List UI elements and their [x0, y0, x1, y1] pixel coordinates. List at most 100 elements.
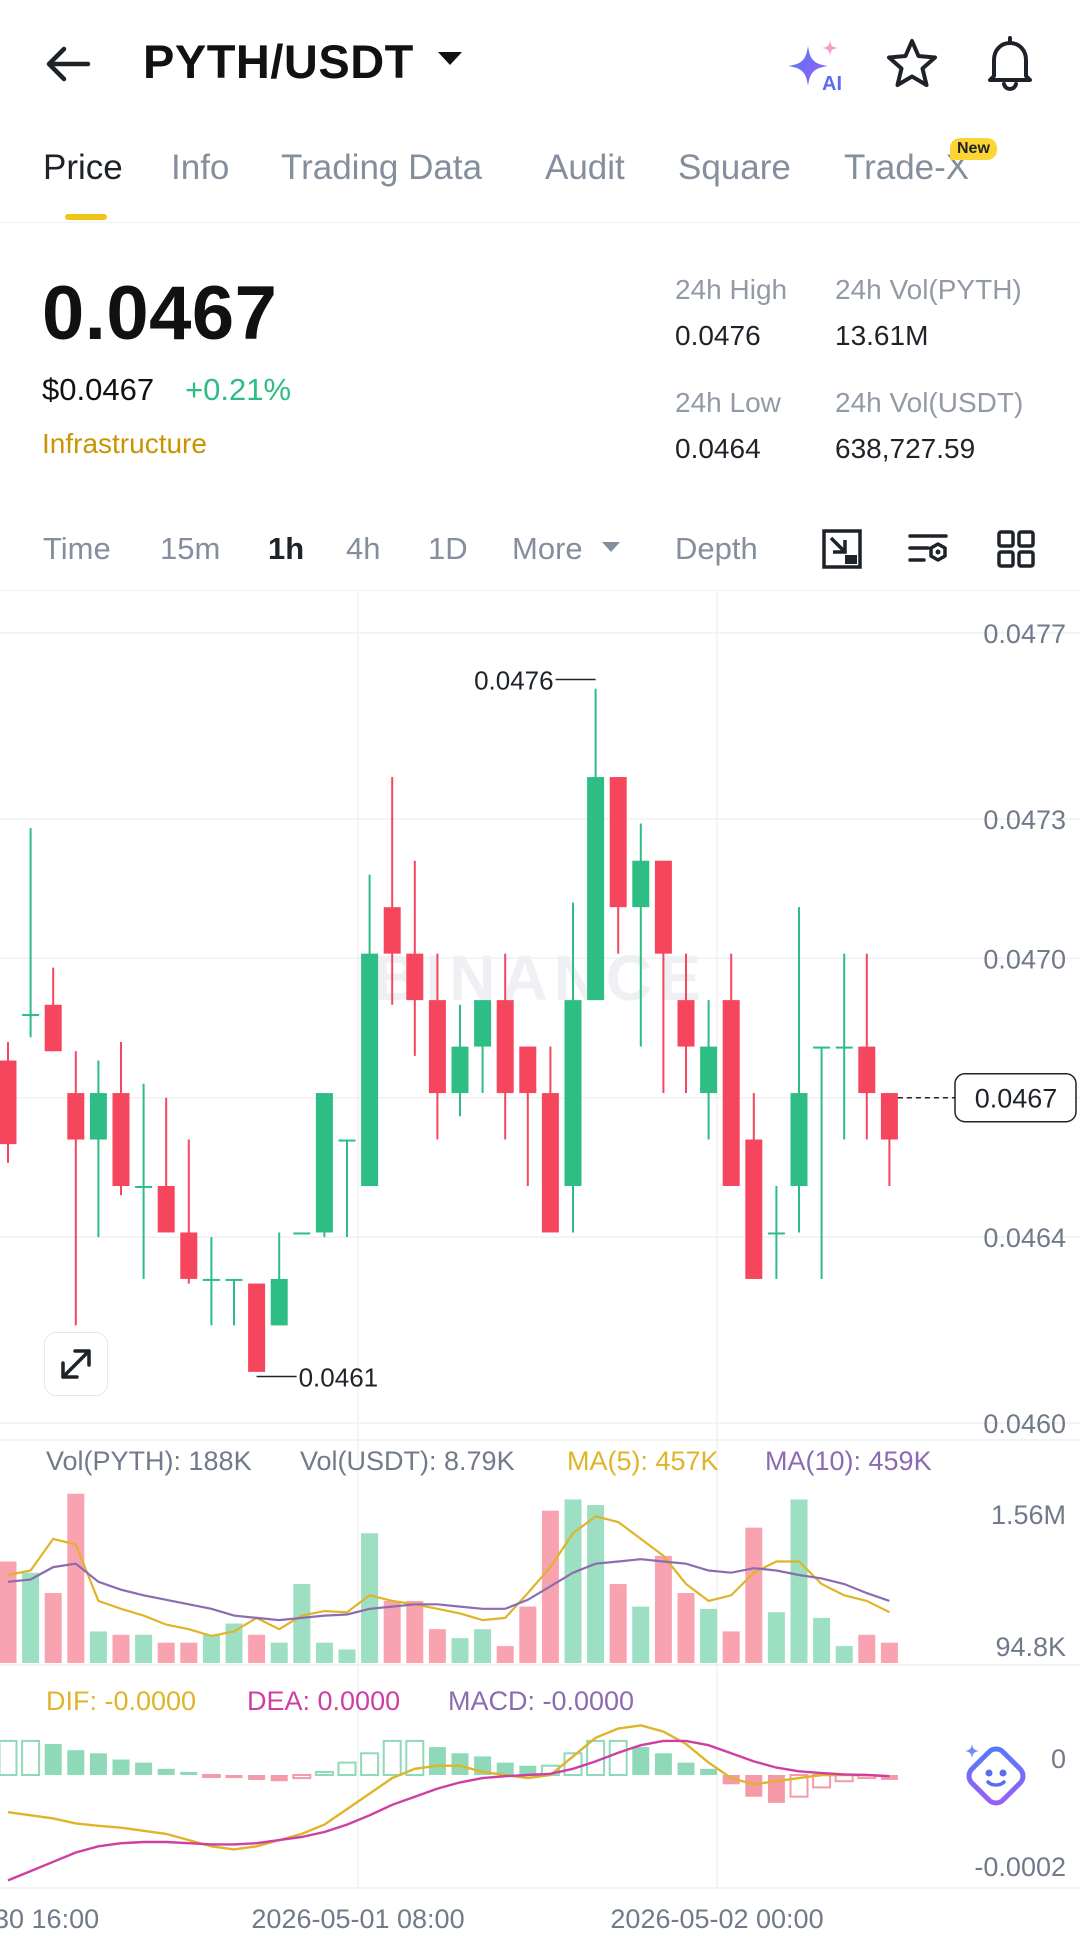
tab-audit[interactable]: Audit — [545, 148, 625, 188]
volume-bar — [564, 1499, 582, 1663]
star-icon[interactable] — [884, 36, 940, 92]
interval-more[interactable]: More — [512, 531, 583, 567]
volume-bar — [790, 1499, 808, 1663]
volume-bar — [632, 1606, 650, 1663]
interval-1h[interactable]: 1h — [268, 531, 304, 567]
dropdown-caret-icon[interactable] — [438, 52, 462, 65]
kline-chart[interactable]: BINANCE 0.04760.0461 0.04770.04730.04700… — [0, 590, 1080, 1958]
price-axis-label: 0.0460 — [983, 1409, 1066, 1439]
candle-body — [67, 1093, 85, 1140]
back-arrow-icon[interactable] — [40, 36, 96, 92]
price-axis-label: 0.0470 — [983, 944, 1066, 974]
candle-body — [609, 777, 627, 908]
candle-body — [180, 1232, 198, 1279]
candle-body — [89, 1093, 107, 1140]
volume-bar — [474, 1629, 492, 1663]
tab-info[interactable]: Info — [171, 148, 229, 188]
macd-histogram-bar — [632, 1747, 650, 1775]
volume-bar — [519, 1606, 537, 1663]
volume-bar — [700, 1608, 718, 1663]
candle-body — [474, 1000, 492, 1047]
volume-bar — [451, 1638, 469, 1663]
ai-assistant-icon[interactable] — [960, 1740, 1030, 1810]
ma5-legend: MA(5): 457K — [567, 1446, 719, 1476]
candle-body — [700, 1046, 718, 1094]
macd-histogram-bar — [225, 1775, 243, 1779]
candle-body — [632, 860, 650, 908]
candle-body — [813, 1046, 831, 1049]
interval-4h[interactable]: 4h — [346, 531, 380, 567]
top-bar: PYTH/USDT AI — [0, 0, 1080, 130]
candle-body — [270, 1278, 288, 1326]
volume-bar — [0, 1561, 17, 1663]
tab-trading-data[interactable]: Trading Data — [281, 148, 482, 188]
candle-body — [293, 1232, 311, 1235]
macd-histogram-bar — [654, 1753, 672, 1775]
vol-quote-legend: Vol(USDT): 8.79K — [300, 1446, 515, 1476]
tab-square[interactable]: Square — [678, 148, 791, 188]
active-tab-indicator — [65, 214, 107, 220]
macd-histogram-bar — [201, 1774, 221, 1778]
volume-bar — [835, 1646, 853, 1663]
interval-1d[interactable]: 1D — [428, 531, 468, 567]
macd-histogram-bar — [270, 1775, 288, 1782]
chart-resize-icon[interactable] — [820, 527, 864, 571]
candle-body — [677, 1000, 695, 1047]
new-badge: New — [950, 138, 997, 160]
expand-chart-button[interactable] — [44, 1332, 108, 1396]
candle-body — [564, 1000, 582, 1186]
pair-title[interactable]: PYTH/USDT — [143, 34, 414, 89]
volume-bar — [293, 1584, 311, 1663]
interval-time[interactable]: Time — [43, 531, 111, 567]
candle-body — [835, 1046, 853, 1049]
last-price: 0.0467 — [42, 271, 278, 356]
interval-15m[interactable]: 15m — [160, 531, 220, 567]
vol-base-label: 24h Vol(PYTH) — [835, 274, 1022, 305]
volume-bar — [406, 1600, 424, 1663]
volume-bar — [315, 1642, 333, 1663]
volume-bar — [609, 1584, 627, 1663]
volume-bar — [338, 1649, 356, 1663]
macd-histogram-bar — [451, 1753, 469, 1775]
candle-body — [0, 1060, 17, 1145]
macd-histogram-bar — [248, 1775, 266, 1780]
macd-histogram-bar — [112, 1759, 130, 1775]
macd-histogram-bar — [21, 1739, 41, 1777]
category-tag[interactable]: Infrastructure — [42, 428, 207, 460]
vol-quote-value: 638,727.59 — [835, 433, 976, 464]
price-axis-label: 0.0473 — [983, 805, 1066, 835]
candle-body — [451, 1046, 469, 1094]
volume-bar — [270, 1642, 288, 1663]
volume-bar — [767, 1612, 785, 1663]
macd-axis-top: 0 — [1051, 1744, 1066, 1774]
indicator-settings-icon[interactable] — [906, 527, 950, 571]
depth-tab[interactable]: Depth — [675, 531, 758, 567]
ai-sparkle-icon[interactable]: AI — [784, 36, 846, 96]
volume-bar — [44, 1593, 62, 1663]
volume-bar — [880, 1642, 898, 1663]
candle-body — [722, 1000, 740, 1186]
volume-bar — [587, 1505, 605, 1663]
macd-histogram-bar — [337, 1761, 357, 1776]
max-price-label: 0.0476 — [474, 665, 554, 695]
candle-body — [248, 1283, 266, 1372]
candle-body — [880, 1093, 898, 1140]
candle-body — [519, 1046, 537, 1094]
macd-axis-bottom: -0.0002 — [974, 1852, 1066, 1882]
vol-quote-label: 24h Vol(USDT) — [835, 387, 1024, 418]
candle-body — [157, 1186, 175, 1233]
bell-icon[interactable] — [982, 34, 1038, 92]
macd-histogram-bar — [135, 1762, 153, 1775]
low-value: 0.0464 — [675, 433, 761, 464]
volume-axis-bottom: 94.8K — [995, 1632, 1066, 1662]
price-change-percent: +0.21% — [185, 372, 292, 407]
price-axis-label: 0.0477 — [983, 619, 1066, 649]
candle-body — [496, 1000, 514, 1094]
time-axis-label: 2026-05-02 00:00 — [610, 1904, 823, 1934]
candle-body — [135, 1186, 153, 1188]
tab-price[interactable]: Price — [43, 148, 123, 188]
high-value: 0.0476 — [675, 320, 761, 351]
section-tabs: Price Info Trading Data Audit Square Tra… — [0, 130, 1080, 223]
grid-layout-icon[interactable] — [994, 527, 1038, 571]
macd-histogram-bar — [700, 1768, 718, 1775]
